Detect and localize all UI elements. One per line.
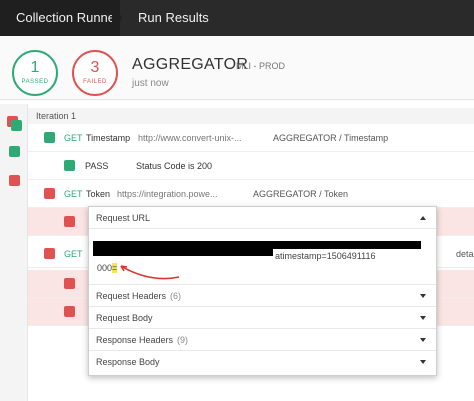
tab-run-results[interactable]: Run Results bbox=[120, 0, 209, 36]
request-url: http://www.convert-unix-... bbox=[138, 133, 242, 143]
section-request-headers[interactable]: Request Headers (6) bbox=[89, 285, 436, 307]
request-fail-indicator[interactable] bbox=[9, 175, 20, 186]
pass-status-icon bbox=[64, 160, 75, 171]
chevron-up-icon[interactable] bbox=[420, 216, 426, 220]
chevron-down-icon[interactable] bbox=[420, 294, 426, 298]
iteration-header: Iteration 1 bbox=[28, 108, 474, 124]
request-path: AGGREGATOR / Timestamp bbox=[273, 133, 389, 143]
section-label: Response Headers bbox=[96, 335, 174, 345]
run-summary: 1 PASSED 3 FAILED AGGREGATOR MLI - PROD … bbox=[0, 36, 474, 100]
test-status: PASS bbox=[85, 161, 109, 171]
request-name: Timestamp bbox=[86, 133, 131, 143]
environment-name: MLI - PROD bbox=[236, 61, 286, 71]
tab-collection-runner[interactable]: Collection Runner bbox=[0, 0, 120, 36]
annotation-arrow-icon bbox=[120, 265, 180, 280]
failed-label: FAILED bbox=[83, 79, 107, 85]
run-time: just now bbox=[132, 78, 169, 89]
pass-status-icon bbox=[44, 132, 55, 143]
redaction-bar bbox=[93, 248, 273, 256]
section-response-headers[interactable]: Response Headers (9) bbox=[89, 329, 436, 351]
passed-label: PASSED bbox=[21, 79, 49, 85]
request-row[interactable]: GET Timestamp http://www.convert-unix-..… bbox=[28, 124, 474, 152]
iteration-status-column bbox=[0, 104, 28, 401]
fail-status-icon bbox=[64, 278, 75, 289]
url-tail: atimestamp=1506491116 bbox=[275, 251, 376, 261]
request-method: GET bbox=[64, 249, 83, 259]
request-row[interactable]: GET Token https://integration.powe... AG… bbox=[28, 180, 474, 208]
fail-status-icon bbox=[44, 188, 55, 199]
section-request-body[interactable]: Request Body bbox=[89, 307, 436, 329]
test-name: Status Code is 200 bbox=[136, 161, 213, 171]
passed-count: 1 bbox=[30, 59, 40, 76]
section-count: (6) bbox=[170, 291, 182, 301]
fail-status-icon bbox=[44, 248, 55, 259]
request-url-value: atimestamp=1506491116 000= bbox=[89, 229, 436, 285]
failed-badge[interactable]: 3 FAILED bbox=[72, 50, 118, 96]
chevron-down-icon[interactable] bbox=[420, 360, 426, 364]
top-bar: Collection Runner Run Results bbox=[0, 0, 474, 36]
request-path: AGGREGATOR / Token bbox=[253, 189, 349, 199]
section-count: (9) bbox=[177, 335, 189, 345]
chevron-down-icon[interactable] bbox=[420, 338, 426, 342]
section-label: Request Body bbox=[96, 313, 153, 323]
section-request-url[interactable]: Request URL bbox=[89, 207, 436, 229]
url-second-line-text: 000 bbox=[97, 263, 113, 273]
iteration-pass-indicator[interactable] bbox=[11, 120, 22, 131]
section-response-body[interactable]: Response Body bbox=[89, 351, 436, 373]
request-name: Token bbox=[86, 189, 111, 199]
collection-name: AGGREGATOR bbox=[132, 56, 249, 73]
details-link[interactable]: details bbox=[456, 240, 474, 268]
request-method: GET bbox=[64, 133, 83, 143]
failed-count: 3 bbox=[90, 59, 100, 76]
section-label: Request Headers bbox=[96, 291, 167, 301]
request-pass-indicator[interactable] bbox=[9, 146, 20, 157]
passed-badge[interactable]: 1 PASSED bbox=[12, 50, 58, 96]
test-result-row: PASS Status Code is 200 bbox=[28, 152, 474, 180]
fail-status-icon bbox=[64, 216, 75, 227]
section-label: Response Body bbox=[96, 357, 160, 367]
request-details-popup: Request URL atimestamp=1506491116 000= R… bbox=[88, 206, 437, 376]
chevron-down-icon[interactable] bbox=[420, 316, 426, 320]
section-label: Request URL bbox=[96, 213, 151, 223]
request-method: GET bbox=[64, 189, 83, 199]
request-url: https://integration.powe... bbox=[117, 189, 218, 199]
fail-status-icon bbox=[64, 306, 75, 317]
